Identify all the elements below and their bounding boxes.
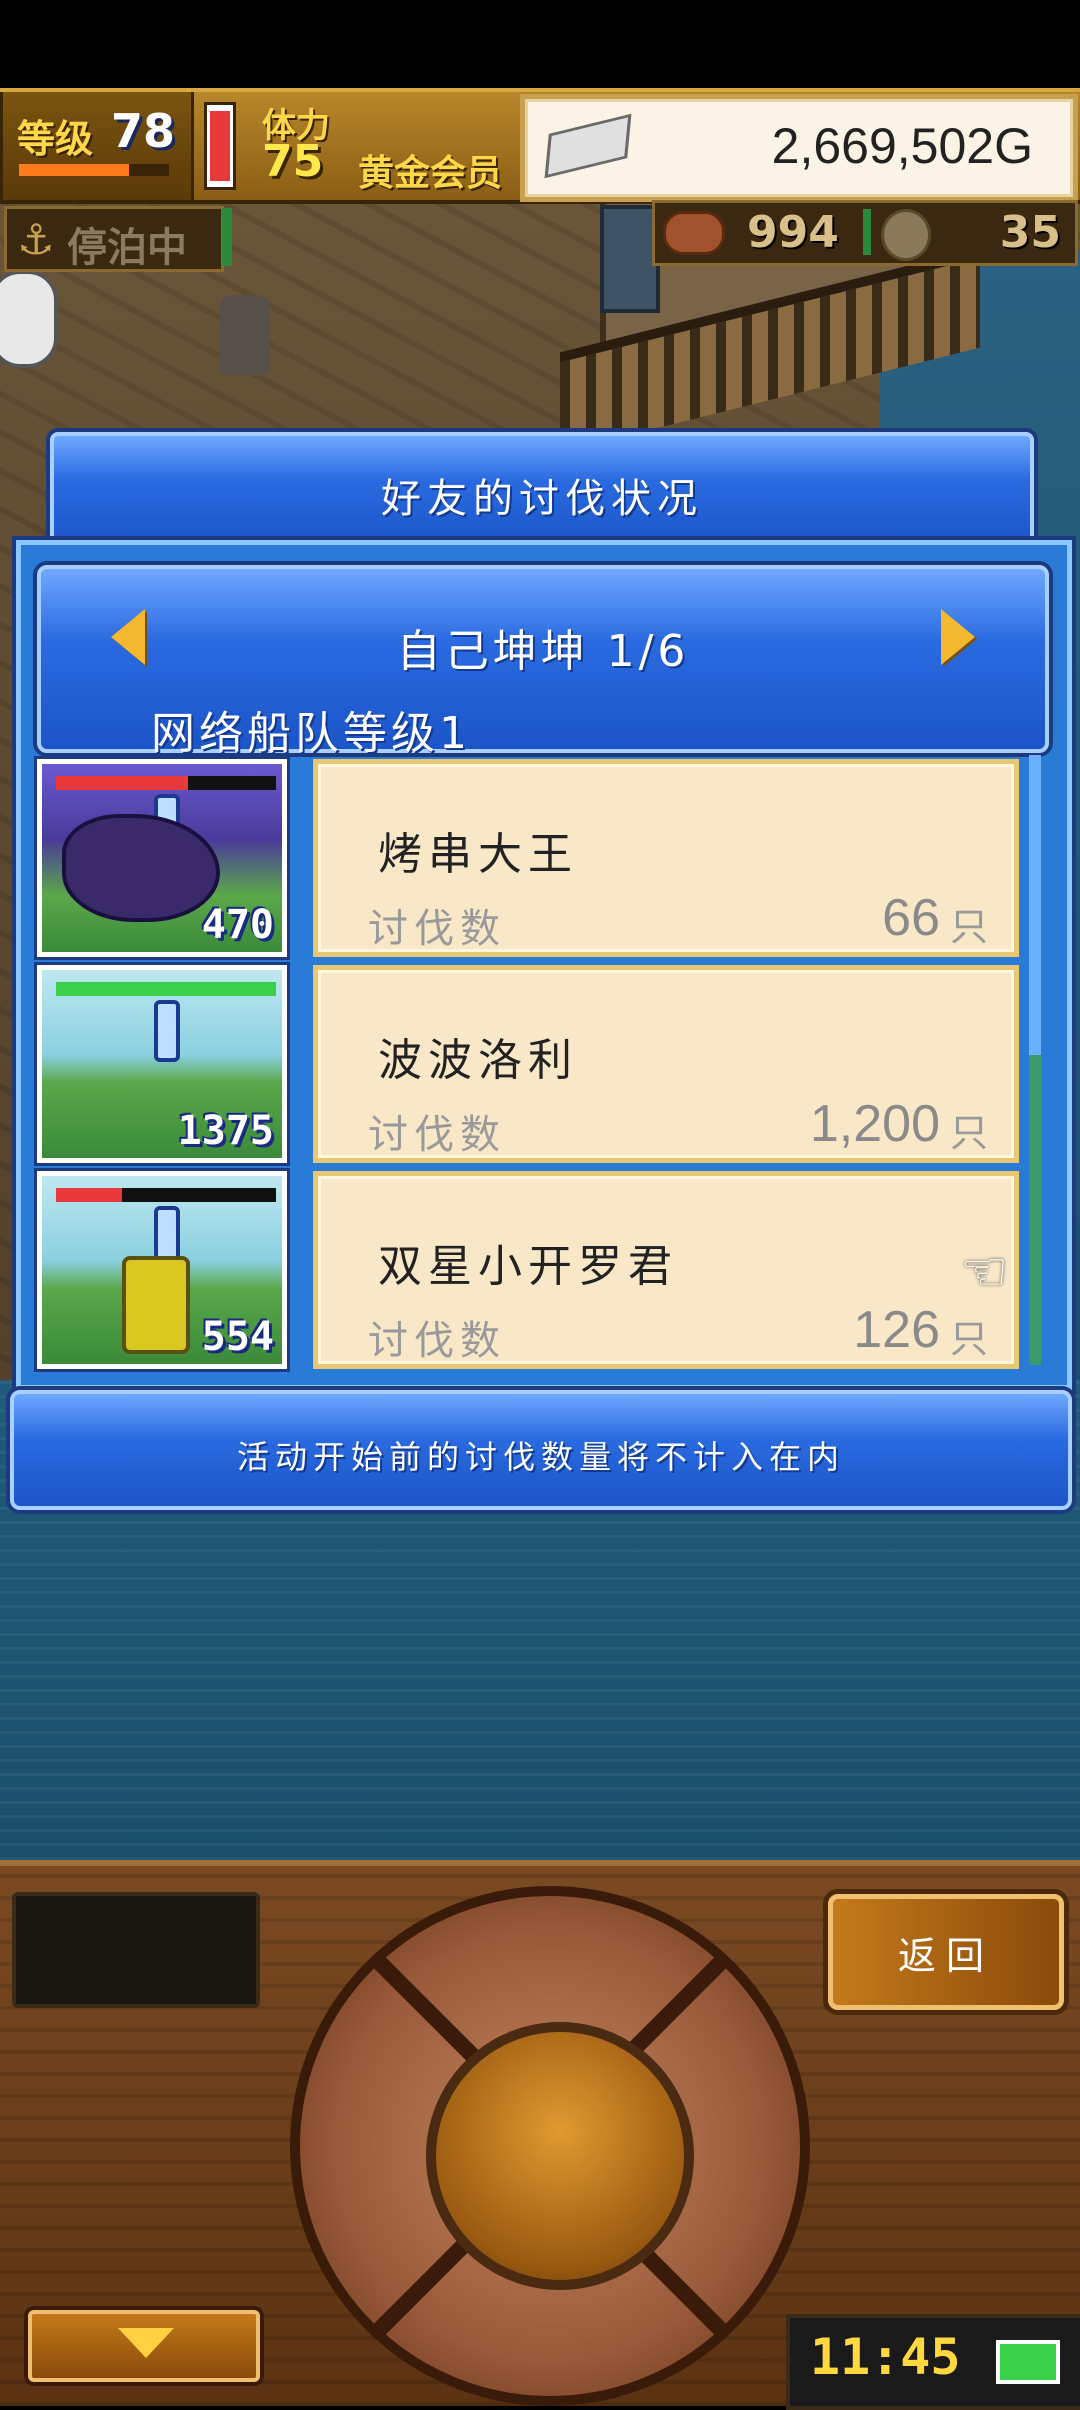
friends-kill-panel: 自己坤坤 1/6 网络船队等级1 470 烤串大王 讨伐数 66 只 1375 … [16, 540, 1072, 1390]
hp-fill [56, 776, 188, 790]
hp-bar [56, 982, 276, 996]
stamina-value: 75 [262, 136, 324, 187]
note-text: 活动开始前的讨伐数量将不计入在内 [236, 1438, 845, 1476]
player-name: 自己坤坤 1/6 [396, 626, 690, 677]
monster-sprite [122, 1256, 190, 1354]
kill-label: 讨伐数 [368, 906, 506, 952]
kill-unit: 只 [949, 1111, 988, 1155]
exclamation-icon [154, 1000, 180, 1062]
scroll-thumb[interactable] [1029, 1055, 1041, 1365]
monster-name: 烤串大王 [378, 829, 578, 880]
member-label: 黄金会员 [358, 153, 503, 194]
hp-fill [56, 982, 276, 996]
fleet-level: 网络船队等级1 [151, 708, 471, 759]
dpad[interactable] [290, 1886, 810, 2406]
monster-level: 1375 [177, 1108, 274, 1154]
pointing-hand-icon: ☜ [960, 1240, 1009, 1303]
kill-label: 讨伐数 [368, 1112, 506, 1158]
docked-badge[interactable]: ⚓ 停泊中 [4, 206, 224, 272]
kill-count: 126 [853, 1301, 940, 1359]
side-sprite [0, 270, 58, 368]
silver-bar-icon [544, 113, 632, 179]
kill-label: 讨伐数 [368, 1318, 506, 1364]
level-exp-fill [19, 164, 129, 176]
empty-slot [12, 1892, 260, 2008]
resource-separator [863, 209, 871, 255]
monster-card: 波波洛利 讨伐数 1,200 只 [313, 965, 1019, 1163]
monster-portrait: 1375 [37, 965, 287, 1163]
monster-card: 烤串大王 讨伐数 66 只 [313, 759, 1019, 957]
level-value: 78 [111, 104, 176, 158]
confirm-button[interactable] [426, 2022, 694, 2290]
hp-bar [56, 1188, 276, 1202]
gold-value: 2,669,502G [771, 118, 1033, 174]
resource-bar: 994 35 [652, 200, 1078, 266]
monster-level: 554 [201, 1314, 274, 1360]
clock: 11:45 [810, 2328, 961, 2386]
stamina-fill [210, 111, 230, 181]
gold-box[interactable]: 2,669,502G [520, 94, 1078, 202]
coin-icon [881, 209, 931, 261]
list-scrollbar[interactable] [1029, 755, 1041, 1365]
monster-row[interactable]: 554 双星小开罗君 讨伐数 126 只 [37, 1171, 1021, 1369]
meat-count: 994 [747, 207, 839, 258]
hp-fill [56, 1188, 122, 1202]
docked-indicator [222, 208, 232, 266]
clock-box: 11:45 [786, 2314, 1080, 2410]
coin-count: 35 [999, 207, 1061, 258]
docked-label: 停泊中 [67, 225, 187, 271]
menu-down-button[interactable] [28, 2310, 260, 2382]
kill-unit: 只 [949, 1317, 988, 1361]
level-box: 等级 78 [0, 92, 194, 200]
battery-icon [996, 2340, 1060, 2384]
back-label: 返回 [897, 1934, 994, 1978]
kill-count: 1,200 [809, 1095, 940, 1153]
dialog-title: 好友的讨伐状况 [381, 476, 703, 522]
hp-bar [56, 776, 276, 790]
monster-sprite [62, 814, 220, 922]
meat-icon [663, 211, 725, 255]
dock-door [600, 205, 660, 313]
monster-row[interactable]: 1375 波波洛利 讨伐数 1,200 只 [37, 965, 1021, 1163]
arrow-down-icon [118, 2328, 174, 2358]
monster-portrait: 470 [37, 759, 287, 957]
top-hud: 等级 78 体力 75 黄金会员 2,669,502G [0, 88, 1080, 204]
dpad-divider [369, 1952, 487, 2070]
player-header: 自己坤坤 1/6 网络船队等级1 [37, 565, 1049, 759]
note-panel: 活动开始前的讨伐数量将不计入在内 [10, 1390, 1072, 1510]
monster-name: 双星小开罗君 [378, 1241, 678, 1292]
controller-panel: 返回 11:45 [0, 1860, 1080, 2410]
level-label: 等级 [17, 117, 94, 161]
back-button[interactable]: 返回 [828, 1894, 1064, 2010]
monster-name: 波波洛利 [378, 1035, 578, 1086]
npc-sprite [220, 295, 270, 375]
kill-count: 66 [882, 889, 940, 947]
monster-card: 双星小开罗君 讨伐数 126 只 [313, 1171, 1019, 1369]
monster-level: 470 [201, 902, 274, 948]
monster-row[interactable]: 470 烤串大王 讨伐数 66 只 [37, 759, 1021, 957]
stamina-gauge [204, 102, 236, 190]
monster-portrait: 554 [37, 1171, 287, 1369]
arrow-right-icon[interactable] [941, 609, 975, 665]
anchor-icon: ⚓ [17, 215, 55, 264]
dialog-title-panel: 好友的讨伐状况 [50, 432, 1034, 550]
kill-unit: 只 [949, 905, 988, 949]
status-bar [0, 0, 1080, 88]
level-exp-bar [19, 164, 169, 176]
